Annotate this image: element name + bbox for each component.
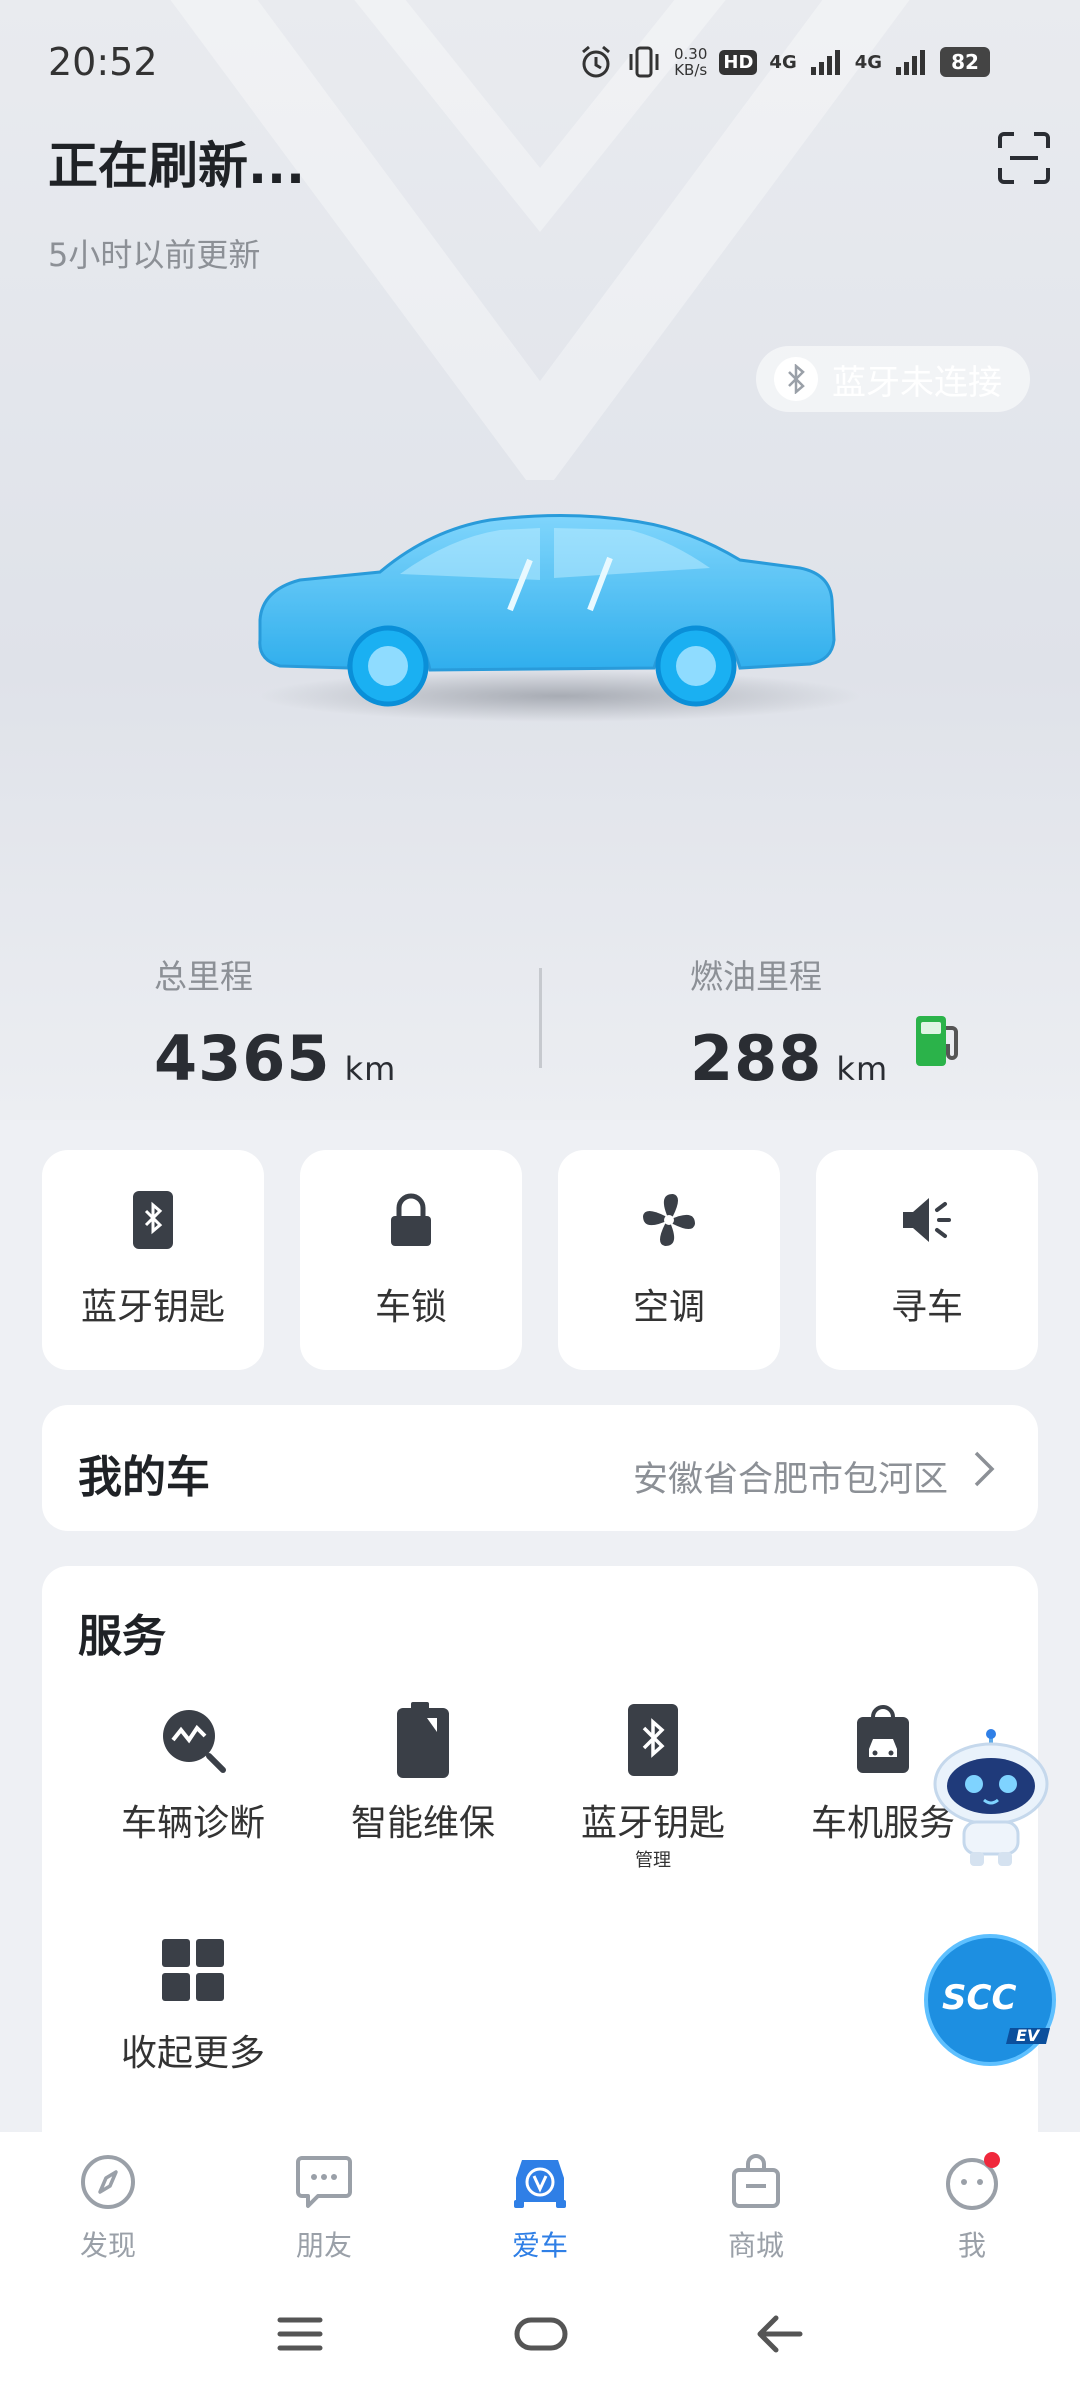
quick-action-bluetooth-key[interactable]: 蓝牙钥匙 [42,1150,264,1370]
quick-action-lock[interactable]: 车锁 [300,1150,522,1370]
status-bar: 20:52 0.30 KB/s HD 4G 4G 82 [0,0,1080,120]
face-icon [946,2152,1000,2210]
total-mileage: 总里程 4365 km [154,950,396,1095]
fuel-mileage-unit: km [836,1050,889,1088]
quick-action-label: 车锁 [374,1287,447,1328]
tab-label: 朋友 [295,2229,352,2262]
total-mileage-value: 4365 [154,1022,331,1095]
alarm-icon [582,45,610,78]
net-speed-value: 0.30 [674,45,708,63]
bluetooth-key-icon [123,1190,183,1250]
bluetooth-icon [774,357,818,401]
hd-badge: HD [719,49,758,75]
tab-friends[interactable]: 朋友 [264,2152,384,2264]
vibrate-icon [629,46,659,78]
tab-mall[interactable]: 商城 [696,2152,816,2264]
fuel-mileage-value: 288 [690,1022,823,1095]
service-sublabel: 管理 [635,1850,671,1871]
fan-icon [639,1190,699,1250]
quick-action-ac[interactable]: 空调 [558,1150,780,1370]
total-mileage-unit: km [344,1050,397,1088]
chat-icon [296,2156,352,2208]
services-title: 服务 [78,1611,166,1662]
quick-action-label: 寻车 [890,1287,963,1328]
grid-icon [153,1930,233,2010]
service-label: 车辆诊断 [120,1803,265,1844]
net-speed: 0.30 KB/s [674,46,707,78]
horn-icon [897,1190,957,1250]
scc-ev-badge[interactable]: SCC EV [922,1932,1058,2068]
service-bluetooth-key-manage[interactable]: 蓝牙钥匙 管理 [538,1700,768,1872]
quick-action-find-car[interactable]: 寻车 [816,1150,1038,1370]
car-tab-icon [514,2160,566,2208]
diagnosis-icon [153,1700,233,1780]
net-speed-unit: KB/s [674,61,708,79]
quick-action-label: 空调 [632,1287,705,1328]
tab-discover[interactable]: 发现 [48,2152,168,2264]
bluetooth-status-text: 蓝牙未连接 [832,362,1002,403]
quick-action-label: 蓝牙钥匙 [80,1287,225,1328]
scan-icon[interactable] [996,130,1052,186]
car-illustration [258,513,860,722]
fuel-mileage: 燃油里程 288 km [690,950,888,1095]
my-car-card[interactable]: 我的车 安徽省合肥市包河区 [42,1405,1038,1531]
car-service-icon [843,1700,923,1780]
sim1-label: 4G [769,51,797,73]
sim2-label: 4G [854,51,883,73]
tab-label: 发现 [79,2229,136,2262]
scc-label: SCC [942,1978,1017,2018]
battery-indicator: 82 [940,47,991,77]
service-label: 智能维保 [350,1803,495,1844]
bluetooth-key-icon [613,1700,693,1780]
tab-label: 我 [957,2229,986,2262]
lock-icon [381,1190,441,1250]
services-card: 服务 车辆诊断 智能维保 蓝牙钥匙 管理 车机服务 收起更多 [42,1566,1038,2166]
fuel-mileage-label: 燃油里程 [690,957,822,996]
tab-label: 商城 [727,2229,784,2262]
bluetooth-status-pill[interactable]: 蓝牙未连接 [756,346,1030,412]
quick-actions: 蓝牙钥匙 车锁 空调 寻车 [42,1150,1038,1370]
back-icon[interactable] [756,2314,804,2354]
ev-label: EV [1016,2026,1040,2045]
system-nav-bar [0,2272,1080,2400]
fuel-pump-icon [916,1016,958,1066]
service-label: 蓝牙钥匙 [580,1803,725,1844]
tab-label: 爱车 [511,2229,568,2262]
signal-icon [896,50,926,75]
signal-icon [810,50,840,75]
chevron-right-icon [974,1451,995,1487]
service-label: 收起更多 [120,2033,265,2074]
update-time: 5小时以前更新 [48,236,261,274]
tab-me[interactable]: 我 [912,2152,1032,2264]
menu-icon[interactable] [276,2314,324,2354]
my-car-location: 安徽省合肥市包河区 [632,1460,948,1500]
bag-icon [732,2154,780,2208]
robot-assistant-icon[interactable] [926,1728,1056,1868]
status-time: 20:52 [48,40,158,84]
total-mileage-label: 总里程 [154,957,253,996]
home-icon[interactable] [514,2314,568,2354]
service-collapse-more[interactable]: 收起更多 [78,1930,308,2076]
mileage-divider [539,968,542,1068]
compass-icon [81,2155,135,2209]
status-icons: 0.30 KB/s HD 4G 4G 82 [578,44,991,80]
service-vehicle-diagnosis[interactable]: 车辆诊断 [78,1700,308,1846]
service-smart-maintenance[interactable]: 智能维保 [308,1700,538,1846]
notification-dot [984,2152,1000,2168]
page-title: 正在刷新... [48,137,305,195]
maintenance-icon [383,1700,463,1780]
my-car-title: 我的车 [78,1452,210,1503]
tab-my-car[interactable]: 爱车 [480,2152,600,2264]
bottom-tab-bar: 发现 朋友 爱车 商城 我 [0,2132,1080,2272]
